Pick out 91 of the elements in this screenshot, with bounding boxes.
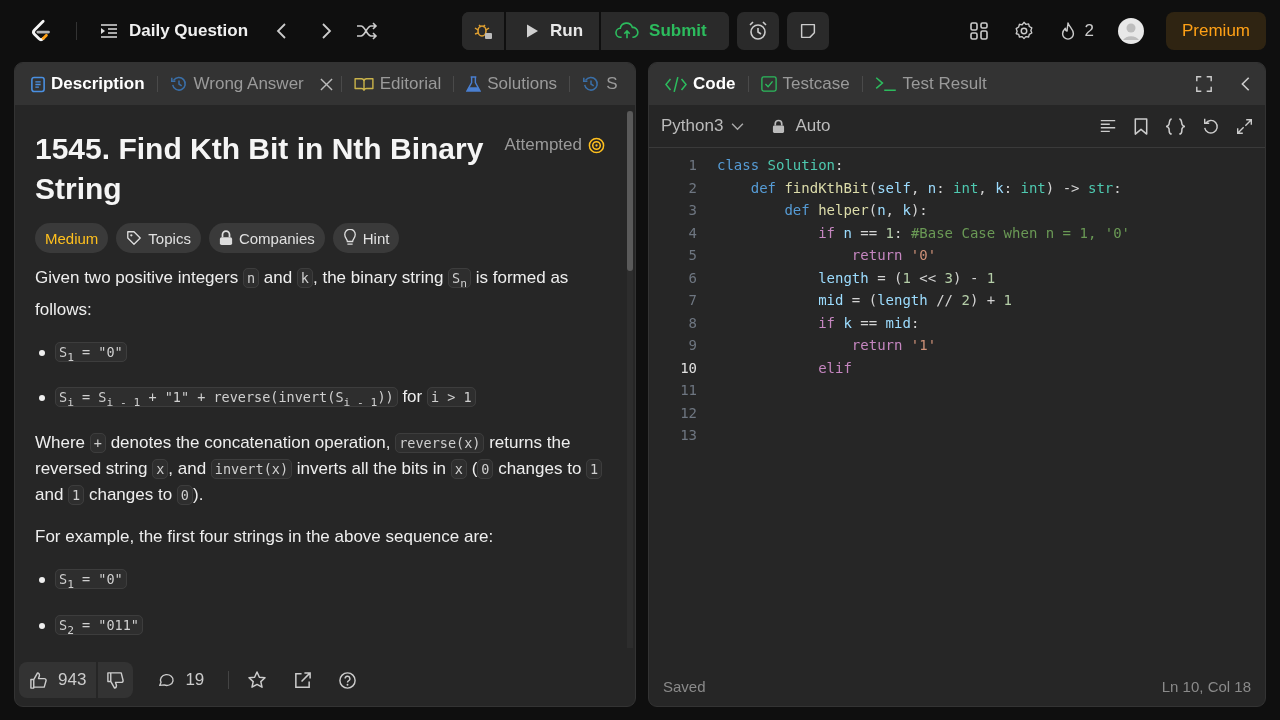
problem-title: 1545. Find Kth Bit in Nth Binary String: [35, 131, 485, 207]
terminal-icon: [874, 76, 897, 92]
line-number: 5: [687, 247, 698, 264]
bookmark-icon[interactable]: [1133, 116, 1149, 136]
thumbs-down-icon: [106, 670, 126, 690]
thumbs-up-icon: [29, 670, 48, 690]
line-number: 4: [687, 224, 698, 241]
avatar-icon[interactable]: [1118, 18, 1144, 44]
expand-icon[interactable]: [1236, 117, 1253, 135]
lightbulb-icon: [342, 229, 357, 247]
line-number: 3: [687, 202, 698, 219]
target-icon: [588, 136, 605, 154]
line-number: 1: [687, 157, 698, 174]
code-line: class Solution:: [717, 157, 844, 174]
panel-tab[interactable]: S: [578, 70, 622, 98]
code-line: if k == mid:: [817, 314, 920, 331]
reset-icon[interactable]: [1202, 117, 1220, 135]
save-status: Saved: [663, 677, 706, 695]
share-icon[interactable]: [293, 670, 313, 690]
timer-button[interactable]: [736, 12, 779, 50]
comment-icon: [157, 671, 176, 689]
panel-tab[interactable]: Wrong Answer: [165, 70, 308, 98]
help-icon[interactable]: [338, 670, 358, 690]
line-number: 2: [687, 179, 698, 196]
bullet-mark: [39, 349, 45, 356]
scrollbar[interactable]: [627, 111, 633, 648]
history-icon: [582, 75, 601, 93]
panel-tab[interactable]: Code: [661, 70, 740, 98]
code-line: if n == 1: #Base Case when n = 1, '0': [817, 224, 1131, 241]
book-icon: [353, 76, 374, 92]
note-button[interactable]: [786, 12, 829, 50]
line-number: 9: [687, 337, 698, 354]
line-number: 11: [679, 382, 698, 399]
line-number: 10: [679, 359, 698, 376]
code-line: length = (1 << 3) - 1: [817, 269, 996, 286]
line-number: 7: [687, 292, 698, 309]
submit-button[interactable]: Submit: [599, 12, 729, 50]
tag-chip[interactable]: Medium: [35, 223, 109, 253]
document-icon: [31, 75, 45, 93]
cloud-upload-icon: [615, 22, 640, 40]
lock-icon: [218, 230, 233, 246]
history-icon: [169, 75, 188, 93]
problem-list-title[interactable]: Daily Question: [129, 21, 249, 41]
line-number: 8: [687, 314, 698, 331]
language-dropdown[interactable]: Python3: [661, 116, 745, 136]
tag-chip[interactable]: Topics: [116, 223, 201, 253]
format-icon[interactable]: [1099, 117, 1117, 135]
checkbox-icon: [760, 76, 777, 92]
panel-tab[interactable]: Solutions: [462, 70, 562, 98]
bullet-mark: [39, 395, 45, 402]
star-icon[interactable]: [247, 670, 268, 690]
cursor-position: Ln 10, Col 18: [1161, 677, 1251, 695]
code-line: return '0': [850, 247, 937, 264]
line-number: 13: [679, 427, 698, 444]
panel-tab[interactable]: Editorial: [349, 70, 446, 98]
braces-icon[interactable]: [1165, 116, 1186, 136]
code-line: return '1': [850, 337, 937, 354]
line-number: 6: [687, 269, 698, 286]
fullscreen-icon[interactable]: [1195, 75, 1213, 93]
code-line: def findKthBit(self, n: int, k: int) -> str:: [749, 179, 1122, 196]
comments-button[interactable]: 19: [151, 669, 211, 691]
description-paragraph: Where + denotes the concatenation operation, reverse(x) returns the reversed string x , and invert(x) inverts all the bits in x ( 0 changes to 1 and 1 changes to 0 ).: [35, 430, 605, 509]
description-paragraph: Given two positive integers n and k , the binary string S$_{n}$ is formed as follows:: [35, 267, 570, 321]
code-icon: [665, 75, 687, 93]
code-line: mid = (length // 2) + 1: [817, 292, 1013, 309]
tag-icon: [126, 230, 143, 246]
grid-icon[interactable]: [968, 21, 989, 41]
code-line: elif: [817, 359, 852, 376]
list-icon[interactable]: [99, 21, 119, 41]
close-icon[interactable]: [319, 77, 333, 91]
play-icon: [524, 23, 540, 39]
code-line: def helper(n, k):: [783, 202, 928, 219]
description-paragraph: For example, the first four strings in the above sequence are:: [35, 526, 495, 549]
mode-label[interactable]: Auto: [795, 116, 831, 136]
streak-count: 2: [1084, 21, 1094, 41]
like-button[interactable]: 943: [19, 662, 97, 698]
flask-icon: [466, 75, 482, 93]
chevron-down-icon: [731, 121, 745, 131]
bullet-mark: [39, 622, 45, 629]
panel-tab[interactable]: Test Result: [870, 70, 991, 98]
shuffle-icon[interactable]: [356, 21, 379, 41]
tag-chip[interactable]: Hint: [332, 223, 400, 253]
line-number: 12: [679, 404, 698, 421]
tag-chip[interactable]: Companies: [208, 223, 325, 253]
bullet-mark: [39, 577, 45, 584]
premium-button[interactable]: Premium: [1166, 12, 1266, 50]
status-label: Attempted: [504, 135, 582, 155]
dislike-button[interactable]: [98, 662, 134, 698]
panel-tab[interactable]: Description: [27, 70, 149, 98]
lock-icon: [772, 118, 786, 134]
panel-tab[interactable]: Testcase: [756, 70, 854, 98]
